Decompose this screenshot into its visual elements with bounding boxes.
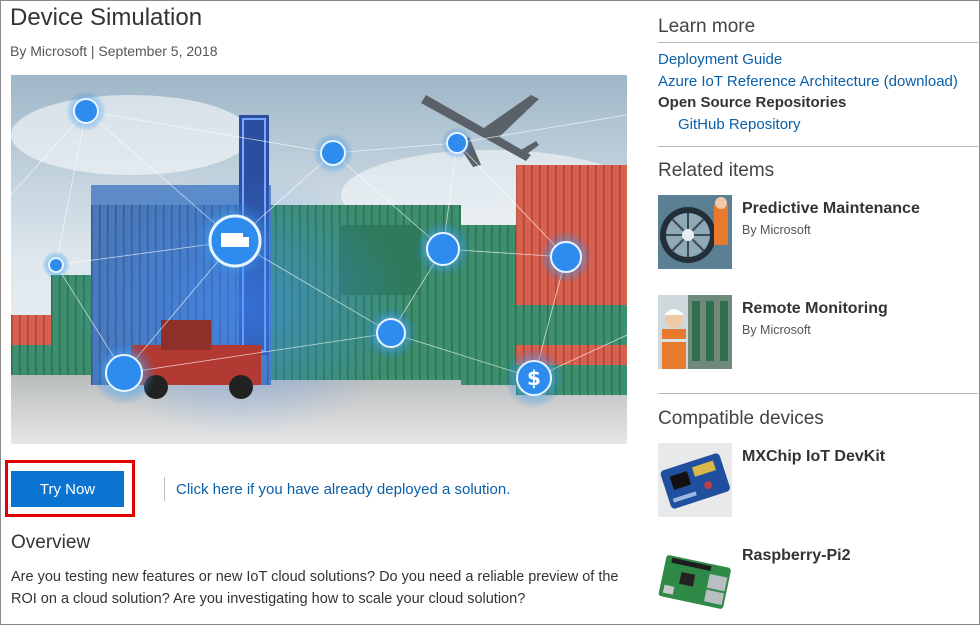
mxchip-title[interactable]: MXChip IoT DevKit <box>742 448 885 466</box>
byline: By Microsoft | September 5, 2018 <box>10 43 218 59</box>
predictive-maintenance-author: By Microsoft <box>742 223 811 237</box>
compatible-divider <box>658 393 978 394</box>
predictive-maintenance-title[interactable]: Predictive Maintenance <box>742 200 920 218</box>
page-title: Device Simulation <box>10 4 203 31</box>
try-now-button[interactable]: Try Now <box>11 471 124 507</box>
reference-architecture-link[interactable]: Azure IoT Reference Architecture (downlo… <box>658 73 958 90</box>
open-source-label: Open Source Repositories <box>658 94 847 111</box>
remote-monitoring-title[interactable]: Remote Monitoring <box>742 300 888 318</box>
already-deployed-link[interactable]: Click here if you have already deployed … <box>176 481 510 498</box>
remote-monitoring-author: By Microsoft <box>742 323 811 337</box>
related-divider <box>658 146 978 147</box>
hero-image: $ <box>11 75 627 444</box>
learn-more-divider <box>658 42 978 43</box>
overview-heading: Overview <box>11 532 91 553</box>
deployment-guide-link[interactable]: Deployment Guide <box>658 51 782 68</box>
svg-text:$: $ <box>527 366 541 390</box>
compatible-devices-heading: Compatible devices <box>658 408 824 429</box>
predictive-maintenance-thumbnail[interactable] <box>658 195 732 269</box>
action-divider <box>164 477 165 501</box>
raspberry-pi-thumbnail[interactable] <box>658 541 732 615</box>
raspberry-pi-title[interactable]: Raspberry-Pi2 <box>742 547 851 565</box>
learn-more-heading: Learn more <box>658 16 756 37</box>
related-items-heading: Related items <box>658 160 775 181</box>
overview-text: Are you testing new features or new IoT … <box>11 569 619 607</box>
github-repository-link[interactable]: GitHub Repository <box>678 116 801 133</box>
remote-monitoring-thumbnail[interactable] <box>658 295 732 369</box>
mxchip-thumbnail[interactable] <box>658 443 732 517</box>
